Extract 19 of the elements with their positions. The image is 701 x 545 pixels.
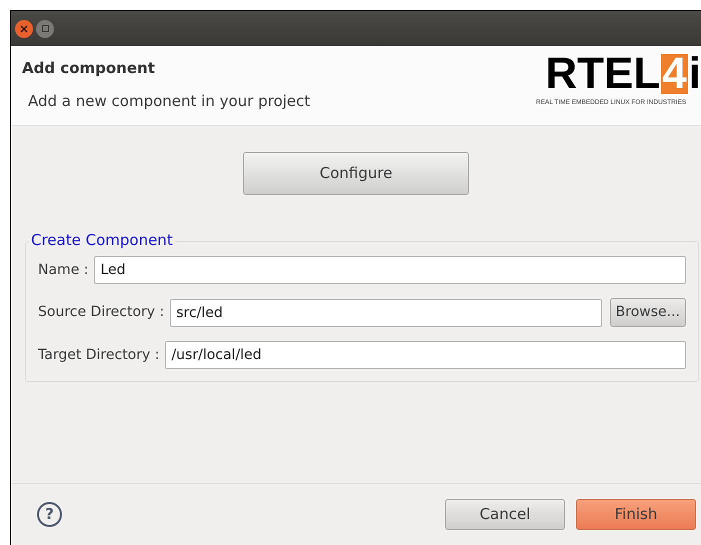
- field-label: Source Directory :: [38, 303, 164, 322]
- text-field[interactable]: src/led: [170, 298, 602, 326]
- field-label: Name :: [38, 260, 88, 280]
- logo-letter: i: [688, 54, 701, 94]
- logo-wordmark: RTEL: [545, 54, 660, 94]
- group-title: Create Component: [29, 231, 175, 249]
- field-label: Target Directory :: [38, 346, 160, 364]
- finish-button[interactable]: Finish: [576, 499, 696, 530]
- cancel-button[interactable]: Cancel: [445, 499, 565, 530]
- dialog-subtitle: Add a new component in your project: [27, 90, 310, 112]
- close-icon[interactable]: [15, 20, 33, 38]
- maximize-icon[interactable]: [36, 20, 54, 38]
- browse-button[interactable]: Browse...: [610, 298, 686, 327]
- text-field[interactable]: /usr/local/led: [165, 341, 686, 369]
- configure-button[interactable]: Configure: [243, 152, 469, 195]
- text-field[interactable]: Led: [94, 256, 686, 284]
- dialog-title: Add component: [22, 58, 156, 79]
- logo-mark: 4: [661, 54, 688, 94]
- help-icon[interactable]: ?: [37, 502, 62, 527]
